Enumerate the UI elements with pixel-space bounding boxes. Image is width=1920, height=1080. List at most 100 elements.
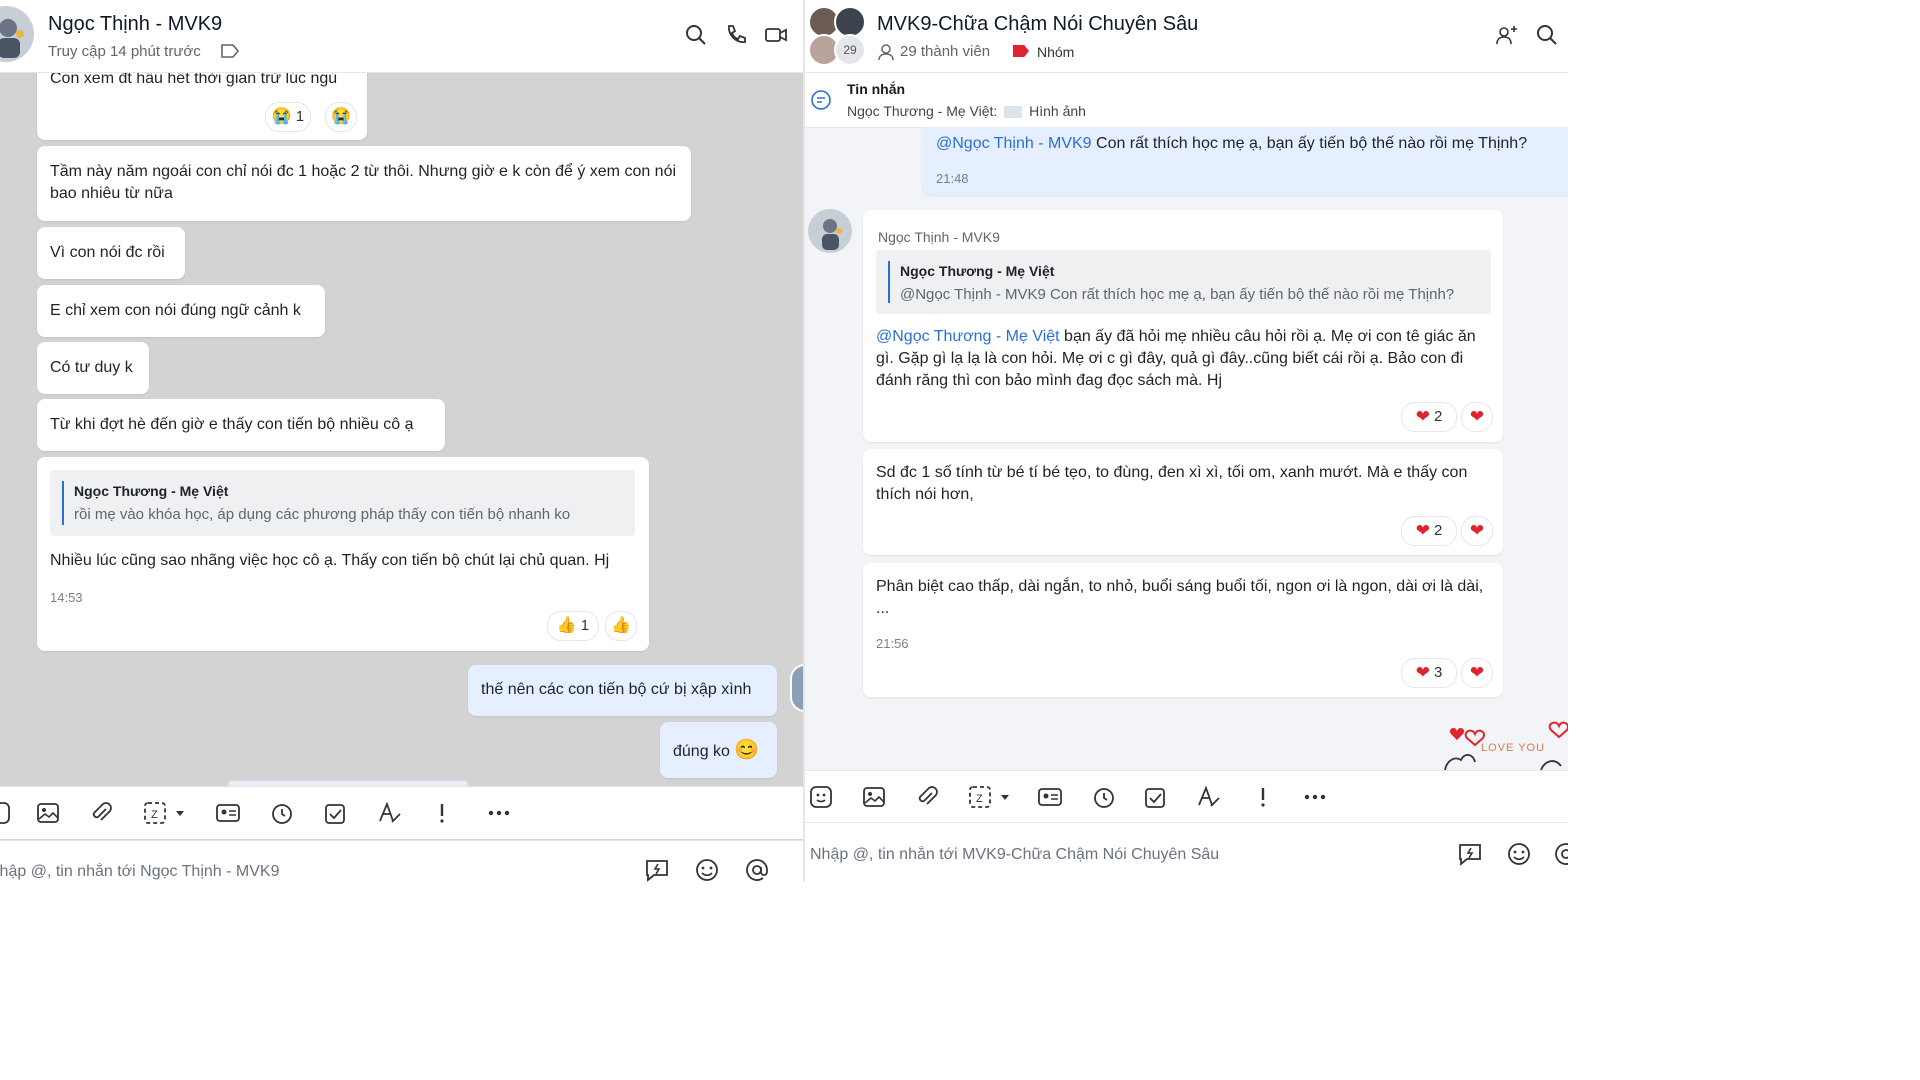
quote-bar	[888, 261, 890, 303]
message-text: Có tư duy k	[50, 359, 133, 376]
text-format-icon[interactable]	[1196, 784, 1222, 810]
avatar-image	[822, 219, 842, 250]
sticker-icon[interactable]	[808, 784, 834, 810]
urgent-exclamation-icon[interactable]	[432, 800, 452, 826]
quoted-message[interactable]: Ngọc Thương - Mẹ Việt @Ngọc Thịnh - MVK9…	[876, 250, 1491, 314]
message-text: E chỉ xem con nói đúng ngữ cảnh k	[50, 302, 301, 319]
screenshot-dropdown-icon[interactable]: Z	[967, 784, 1015, 810]
avatar-image	[0, 19, 24, 58]
sticker-icon[interactable]	[0, 800, 12, 826]
group-tag-label[interactable]: Nhóm	[1037, 44, 1074, 60]
reply-message-bubble[interactable]: Ngọc Thịnh - MVK9 Ngọc Thương - Mẹ Việt …	[863, 210, 1503, 442]
message-bubble[interactable]: Phân biệt cao thấp, dài ngắn, to nhỏ, bu…	[863, 563, 1503, 697]
reply-message-bubble[interactable]: Ngọc Thương - Mẹ Việt rồi mẹ vào khóa họ…	[37, 457, 649, 651]
last-seen-status: Truy cập 14 phút trước	[48, 43, 201, 60]
message-bubble[interactable]: Tầm này năm ngoái con chỉ nói đc 1 hoặc …	[37, 146, 691, 221]
message-text: @Ngọc Thịnh - MVK9 Con rất thích học mẹ …	[936, 133, 1560, 155]
message-bubble[interactable]: Từ khi đợt hè đến giờ e thấy con tiến bộ…	[37, 399, 445, 451]
message-icon	[809, 88, 833, 112]
mention-link[interactable]: @Ngọc Thịnh - MVK9	[936, 135, 1092, 152]
message-input[interactable]	[0, 857, 590, 882]
heart-icon: ❤	[1415, 521, 1430, 540]
reaction-count-chip[interactable]: ❤ 2	[1401, 516, 1457, 546]
avatar[interactable]	[0, 6, 34, 62]
add-reaction-button[interactable]: ❤	[1461, 516, 1493, 546]
add-reaction-button[interactable]: ❤	[1461, 658, 1493, 688]
emoji-icon[interactable]	[694, 857, 720, 882]
search-icon[interactable]	[683, 22, 709, 48]
image-icon[interactable]	[861, 784, 887, 810]
mention-link[interactable]: @Ngọc Thương - Mẹ Việt	[876, 328, 1060, 345]
reaction-count-chip[interactable]: 👍 1	[547, 611, 599, 641]
chat-title[interactable]: Ngọc Thịnh - MVK9	[48, 13, 222, 36]
message-time: 21:48	[936, 171, 969, 186]
reaction-count-chip[interactable]: ❤ 3	[1401, 658, 1457, 688]
svg-text:Z: Z	[976, 793, 983, 805]
chat-header: Ngọc Thịnh - MVK9 Truy cập 14 phút trước	[0, 0, 803, 73]
contact-card-icon[interactable]	[1037, 784, 1063, 810]
task-checkbox-icon[interactable]	[323, 800, 349, 826]
reaction-count: 2	[1433, 522, 1443, 539]
heart-icon: ❤	[1469, 407, 1485, 426]
image-icon[interactable]	[35, 800, 61, 826]
attachment-icon[interactable]	[914, 784, 940, 810]
pinned-content: Hình ảnh	[1029, 103, 1086, 119]
mention-icon[interactable]	[744, 857, 770, 882]
reminder-clock-icon[interactable]	[1091, 784, 1117, 810]
more-options-icon[interactable]	[1302, 784, 1328, 810]
call-icon[interactable]	[723, 22, 749, 48]
add-reaction-button[interactable]: 👍	[605, 611, 637, 641]
group-tag-icon	[1013, 45, 1029, 57]
my-message-bubble[interactable]: @Ngọc Thịnh - MVK9 Con rất thích học mẹ …	[922, 127, 1568, 195]
task-checkbox-icon[interactable]	[1143, 784, 1169, 810]
more-options-icon[interactable]	[486, 800, 512, 826]
avatar[interactable]	[808, 209, 852, 253]
pinned-preview: Ngọc Thương - Mẹ Việt: Hình ảnh	[847, 103, 1086, 119]
mention-icon[interactable]	[1553, 841, 1568, 867]
quote-text: rồi mẹ vào khóa học, áp dụng các phương …	[74, 506, 571, 523]
thumbs-up-icon: 👍	[556, 617, 577, 634]
message-text: thế nên các con tiến bộ cứ bị xập xình	[481, 681, 752, 698]
message-bubble[interactable]: E chỉ xem con nói đúng ngữ cảnh k	[37, 285, 325, 337]
heart-icon: ❤	[1415, 663, 1430, 682]
attachment-icon[interactable]	[88, 800, 114, 826]
add-reaction-button[interactable]: 😭	[325, 102, 357, 132]
group-avatar-cluster[interactable]: 29	[808, 6, 866, 66]
emoji-icon[interactable]	[1506, 841, 1532, 867]
reaction-count-chip[interactable]: 😭 1	[265, 102, 311, 132]
screenshot-dropdown-icon[interactable]: Z	[142, 800, 190, 826]
quick-message-icon[interactable]	[1457, 841, 1483, 867]
pinned-message-bar[interactable]: Tin nhắn Ngọc Thương - Mẹ Việt: Hình ảnh	[805, 73, 1568, 128]
add-reaction-button[interactable]: ❤	[1461, 402, 1493, 432]
urgent-exclamation-icon[interactable]	[1253, 784, 1273, 810]
message-text: Sd đc 1 số tính từ bé tí bé tẹo, to đùng…	[876, 464, 1468, 503]
message-time: 21:56	[876, 636, 909, 651]
quote-sender: Ngọc Thương - Mẹ Việt	[74, 483, 229, 499]
contact-card-icon[interactable]	[215, 800, 241, 826]
text-format-icon[interactable]	[377, 800, 403, 826]
search-icon[interactable]	[1534, 22, 1560, 48]
message-bubble[interactable]: Sd đc 1 số tính từ bé tí bé tẹo, to đùng…	[863, 449, 1503, 555]
heart-icon: ❤	[1469, 663, 1485, 682]
reaction-count-chip[interactable]: ❤ 2	[1401, 402, 1457, 432]
my-message-bubble[interactable]: đúng ko 😊	[660, 722, 777, 778]
message-input[interactable]	[808, 840, 1412, 870]
message-bubble[interactable]: Có tư duy k	[37, 342, 149, 394]
my-message-bubble[interactable]: thế nên các con tiến bộ cứ bị xập xình	[468, 665, 777, 716]
reminder-clock-icon[interactable]	[269, 800, 295, 826]
tag-icon[interactable]	[220, 43, 240, 59]
member-count[interactable]: 29 thành viên	[900, 43, 990, 60]
message-bubble[interactable]: Vì con nói đc rồi	[37, 227, 185, 279]
love-sticker[interactable]: LOVE YOU	[1441, 718, 1568, 770]
message-body: Con rất thích học mẹ ạ, bạn ấy tiến bộ t…	[1091, 135, 1528, 152]
add-member-icon[interactable]	[1494, 22, 1520, 48]
video-call-icon[interactable]	[763, 22, 789, 48]
sender-name: Ngọc Thịnh - MVK9	[878, 229, 1000, 245]
chat-title[interactable]: MVK9-Chữa Chậm Nói Chuyên Sâu	[877, 13, 1198, 36]
seen-avatar	[790, 664, 803, 712]
composer-input-bar	[0, 840, 803, 882]
member-count-badge: 29	[834, 34, 866, 66]
quoted-message[interactable]: Ngọc Thương - Mẹ Việt rồi mẹ vào khóa họ…	[50, 470, 635, 536]
quick-message-icon[interactable]	[644, 857, 670, 882]
thumbs-up-icon: 👍	[611, 617, 631, 634]
